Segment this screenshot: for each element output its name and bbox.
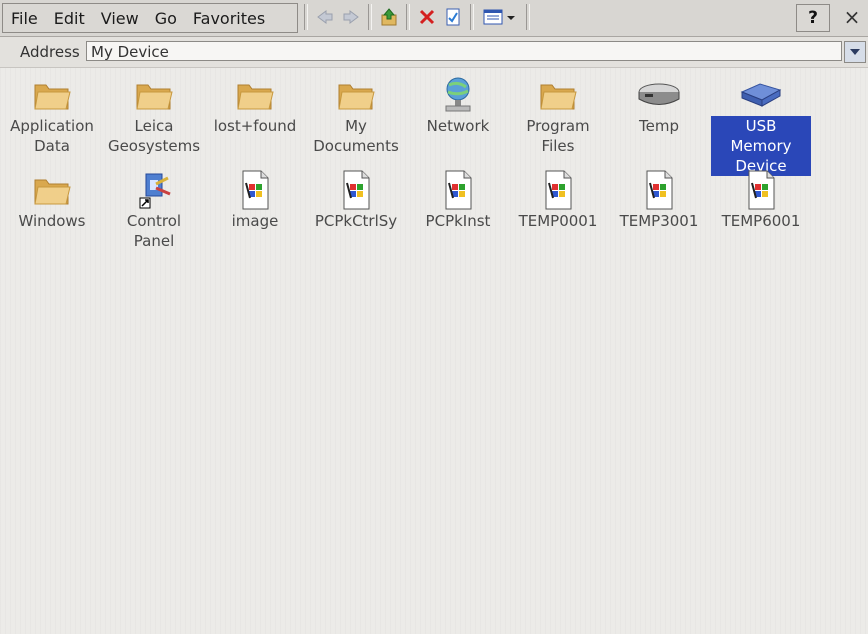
item-label: Network (426, 117, 490, 135)
item-label: USB Memory Device (711, 116, 811, 176)
item-label: Application Data (10, 117, 94, 155)
folder-icon (2, 169, 102, 211)
chevron-down-icon[interactable] (844, 41, 866, 63)
folder-icon (508, 74, 608, 116)
item-label: Control Panel (126, 212, 182, 250)
list-item[interactable]: TEMP6001 (711, 169, 811, 231)
menu-bar: File Edit View Go Favorites (2, 3, 298, 33)
list-item[interactable]: Temp (609, 74, 709, 136)
item-label: Windows (18, 212, 86, 230)
list-item[interactable]: My Documents (306, 74, 406, 156)
back-icon[interactable] (314, 5, 336, 29)
item-label: PCPkInst (425, 212, 491, 230)
folder-icon (205, 74, 305, 116)
toolbar-separator (304, 4, 308, 30)
file-icon (609, 169, 709, 211)
list-item[interactable]: TEMP3001 (609, 169, 709, 231)
toolbar-separator (368, 4, 372, 30)
forward-icon[interactable] (340, 5, 362, 29)
item-label: TEMP3001 (619, 212, 699, 230)
item-label: My Documents (313, 117, 399, 155)
menu-edit[interactable]: Edit (46, 9, 93, 28)
file-list: Application Data Leica Geosystems lost+fou… (0, 68, 868, 634)
up-folder-icon[interactable] (378, 5, 400, 29)
file-icon (508, 169, 608, 211)
close-button[interactable]: × (840, 4, 864, 30)
folder-icon (306, 74, 406, 116)
list-item[interactable]: PCPkCtrlSy (306, 169, 406, 231)
folder-icon (2, 74, 102, 116)
delete-icon[interactable] (416, 5, 438, 29)
item-label: TEMP0001 (518, 212, 598, 230)
file-icon (306, 169, 406, 211)
file-icon (408, 169, 508, 211)
list-item[interactable]: Windows (2, 169, 102, 231)
views-icon[interactable] (480, 5, 520, 29)
item-label: TEMP6001 (721, 212, 801, 230)
item-label: image (231, 212, 279, 230)
folder-icon (104, 74, 204, 116)
list-item[interactable]: Application Data (2, 74, 102, 156)
toolbar-separator (406, 4, 410, 30)
address-label: Address (20, 43, 80, 61)
list-item[interactable]: TEMP0001 (508, 169, 608, 231)
usb-icon (711, 74, 811, 116)
item-label: PCPkCtrlSy (314, 212, 398, 230)
file-icon (205, 169, 305, 211)
menu-go[interactable]: Go (147, 9, 185, 28)
list-item[interactable]: Program Files (508, 74, 608, 156)
list-item[interactable]: lost+found (205, 74, 305, 136)
toolbar (300, 3, 534, 31)
list-item[interactable]: PCPkInst (408, 169, 508, 231)
top-toolbar: File Edit View Go Favorites ? × (0, 0, 868, 37)
toolbar-separator (470, 4, 474, 30)
address-bar: Address My Device (0, 37, 868, 68)
network-icon (408, 74, 508, 116)
toolbar-separator (526, 4, 530, 30)
list-item[interactable]: image (205, 169, 305, 231)
address-input[interactable]: My Device (86, 41, 842, 61)
list-item[interactable]: Network (408, 74, 508, 136)
item-label: Program Files (526, 117, 590, 155)
drive-icon (609, 74, 709, 116)
file-icon (711, 169, 811, 211)
list-item[interactable]: Control Panel (104, 169, 204, 251)
menu-favorites[interactable]: Favorites (185, 9, 273, 28)
item-label: Leica Geosystems (107, 117, 201, 155)
menu-view[interactable]: View (93, 9, 147, 28)
list-item[interactable]: Leica Geosystems (104, 74, 204, 156)
item-label: lost+found (213, 117, 297, 135)
menu-file[interactable]: File (3, 9, 46, 28)
item-label: Temp (639, 117, 679, 135)
list-item[interactable]: USB Memory Device (711, 74, 811, 176)
control-panel-icon (104, 169, 204, 211)
properties-icon[interactable] (442, 5, 464, 29)
help-button[interactable]: ? (796, 4, 830, 32)
